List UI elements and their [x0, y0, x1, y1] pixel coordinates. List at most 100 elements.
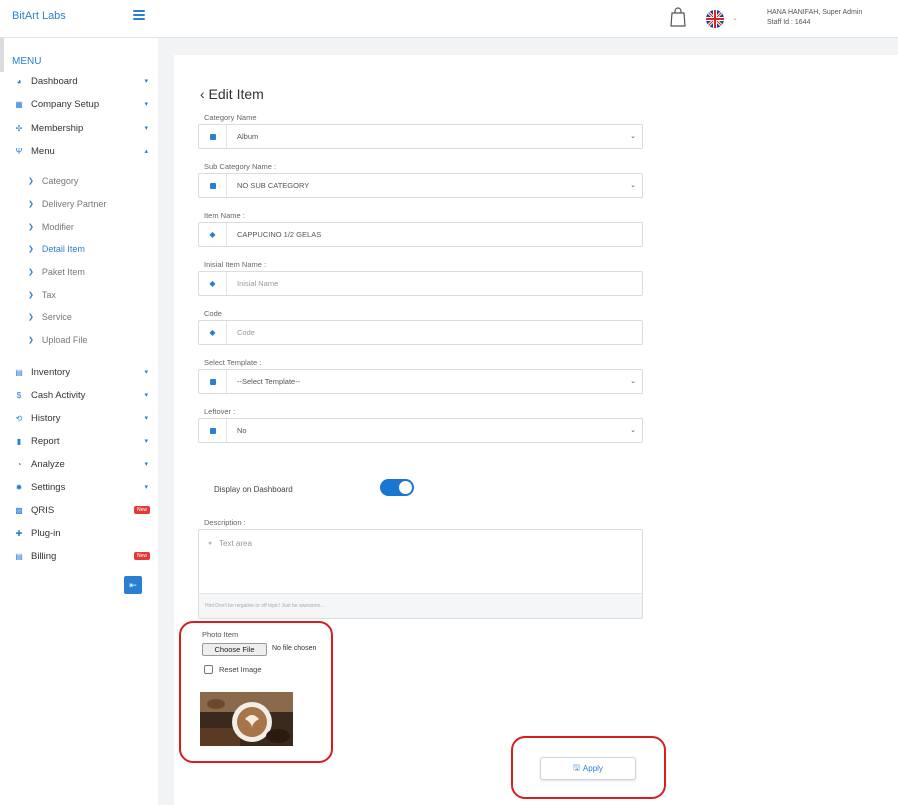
- field-icon: ◆: [199, 321, 227, 344]
- sidebar-item-qris[interactable]: ▩ QRIS New: [14, 502, 154, 518]
- sidebar-item-membership[interactable]: ✣ Membership ▾: [14, 120, 154, 136]
- sidebar-subitem-label: Detail Item: [41, 244, 85, 254]
- sidebar-item-label: Report: [31, 435, 60, 447]
- description-textarea[interactable]: ● Text area Hint:Don't be negative or of…: [198, 529, 643, 619]
- sub-category-select[interactable]: NO SUB CATEGORY ⌄: [198, 173, 643, 198]
- collapse-sidebar-button[interactable]: ⇤: [124, 576, 142, 594]
- cutlery-icon: Ψ: [15, 146, 23, 156]
- sidebar-item-plug-in[interactable]: ✚ Plug-in: [14, 525, 154, 541]
- field-icon: [199, 174, 227, 197]
- chevron-down-icon: ⌄: [630, 378, 636, 385]
- qr-icon: ▩: [15, 505, 23, 515]
- sidebar-subitem-detail-item[interactable]: ❯ Detail Item: [28, 244, 85, 254]
- sidebar-item-label: History: [31, 412, 61, 424]
- comment-icon: ●: [208, 540, 213, 547]
- chevron-right-icon: ❯: [28, 314, 34, 321]
- field-label: Sub Category Name :: [204, 162, 277, 171]
- shopping-bag-icon[interactable]: [668, 6, 688, 28]
- sidebar-subitem-label: Paket Item: [41, 267, 85, 277]
- sidebar-item-label: QRIS: [31, 504, 55, 516]
- chevron-right-icon: ❯: [28, 178, 34, 185]
- sidebar-item-label: Menu: [31, 145, 55, 157]
- sidebar-subitem-upload-file[interactable]: ❯ Upload File: [28, 335, 87, 345]
- analyze-icon: ◔: [16, 459, 22, 469]
- brand-logo[interactable]: BitArt Labs: [12, 10, 66, 22]
- sidebar: MENU ◕ Dashboard ▾ ▦ Company Setup ▾ ✣ M…: [0, 38, 158, 805]
- square-icon: [209, 378, 216, 385]
- chevron-down-icon: ⌄: [630, 133, 636, 140]
- sidebar-item-label: Membership: [31, 122, 84, 134]
- report-icon: ▮: [16, 436, 22, 446]
- field-icon: [199, 419, 227, 442]
- user-name[interactable]: HANA HANIFAH, Super Admin: [767, 9, 862, 16]
- field-value: NO SUB CATEGORY: [237, 181, 310, 190]
- sidebar-item-menu[interactable]: Ψ Menu ▴: [14, 143, 154, 159]
- chevron-down-icon: ▾: [144, 369, 148, 376]
- chevron-down-icon: ▾: [144, 438, 148, 445]
- sidebar-subitem-label: Tax: [41, 290, 56, 300]
- field-label: Select Template :: [204, 358, 262, 367]
- sidebar-item-history[interactable]: ⟲ History ▾: [14, 410, 154, 426]
- sidebar-edge-tab: [0, 38, 4, 72]
- dashboard-icon: ◕: [16, 76, 22, 86]
- sidebar-item-report[interactable]: ▮ Report ▾: [14, 433, 154, 449]
- sidebar-subitem-tax[interactable]: ❯ Tax: [28, 290, 56, 300]
- box-icon: ▤: [15, 367, 23, 377]
- sidebar-subitem-category[interactable]: ❯ Category: [28, 176, 78, 186]
- sidebar-item-settings[interactable]: ✹ Settings ▾: [14, 479, 154, 495]
- sidebar-subitem-label: Modifier: [41, 222, 74, 232]
- item-name-input[interactable]: ◆ CAPPUCINO 1/2 GELAS: [198, 222, 643, 247]
- page-title[interactable]: ‹ Edit Item: [200, 86, 264, 102]
- sidebar-item-dashboard[interactable]: ◕ Dashboard ▾: [14, 73, 154, 89]
- toggle-knob: [399, 481, 412, 494]
- sidebar-subitem-modifier[interactable]: ❯ Modifier: [28, 222, 74, 232]
- hint-text: Hint:Don't be negative or off topic! Jus…: [205, 603, 325, 609]
- sidebar-subitem-label: Service: [41, 312, 72, 322]
- members-icon: ✣: [15, 123, 23, 133]
- staff-id: Staff Id : 1644: [767, 19, 811, 26]
- sidebar-subitem-paket-item[interactable]: ❯ Paket Item: [28, 267, 85, 277]
- square-icon: [209, 182, 216, 189]
- chevron-right-icon: ❯: [28, 224, 34, 231]
- chevron-down-icon: ⌄: [630, 182, 636, 189]
- sidebar-item-label: Inventory: [31, 366, 71, 378]
- tag-icon: ◆: [209, 279, 216, 288]
- description-label: Description :: [204, 518, 246, 527]
- textarea-placeholder: Text area: [219, 539, 252, 548]
- field-value: Album: [237, 132, 259, 141]
- square-icon: [209, 133, 216, 140]
- chevron-down-icon: ▾: [144, 484, 148, 491]
- initial-name-input[interactable]: ◆ Inisial Name: [198, 271, 643, 296]
- new-badge: New: [133, 506, 150, 514]
- sidebar-item-billing[interactable]: ▤ Billing New: [14, 548, 154, 564]
- history-icon: ⟲: [15, 413, 23, 423]
- sidebar-item-analyze[interactable]: ◔ Analyze ▾: [14, 456, 154, 472]
- sidebar-subitem-label: Category: [41, 176, 79, 186]
- sidebar-subitem-delivery-partner[interactable]: ❯ Delivery Partner: [28, 199, 106, 209]
- sidebar-subitem-label: Upload File: [41, 335, 88, 345]
- display-on-dashboard-toggle[interactable]: [380, 479, 414, 496]
- sidebar-item-inventory[interactable]: ▤ Inventory ▾: [14, 364, 154, 380]
- top-bar: BitArt Labs ⌄ HANA HANIFAH, Super Admin …: [0, 0, 898, 38]
- code-input[interactable]: ◆ Code: [198, 320, 643, 345]
- sidebar-subitem-label: Delivery Partner: [41, 199, 107, 209]
- tag-icon: ◆: [209, 328, 216, 337]
- field-value: No: [237, 426, 247, 435]
- template-select[interactable]: --Select Template-- ⌄: [198, 369, 643, 394]
- chevron-right-icon: ❯: [28, 246, 34, 253]
- sidebar-subitem-service[interactable]: ❯ Service: [28, 312, 72, 322]
- sidebar-item-cash-activity[interactable]: $ Cash Activity ▾: [14, 387, 154, 403]
- field-placeholder: Inisial Name: [237, 279, 279, 288]
- chevron-right-icon: ❯: [28, 292, 34, 299]
- field-label: Item Name :: [204, 211, 245, 220]
- category-name-select[interactable]: Album ⌄: [198, 124, 643, 149]
- field-icon: [199, 125, 227, 148]
- field-icon: [199, 370, 227, 393]
- language-caret-icon[interactable]: ⌄: [732, 14, 738, 22]
- uk-flag-icon[interactable]: [706, 10, 724, 28]
- field-placeholder: Code: [237, 328, 255, 337]
- leftover-select[interactable]: No ⌄: [198, 418, 643, 443]
- sidebar-item-company-setup[interactable]: ▦ Company Setup ▾: [14, 96, 154, 112]
- field-label: Inisial Item Name :: [204, 260, 267, 269]
- hamburger-menu-icon[interactable]: [133, 10, 145, 20]
